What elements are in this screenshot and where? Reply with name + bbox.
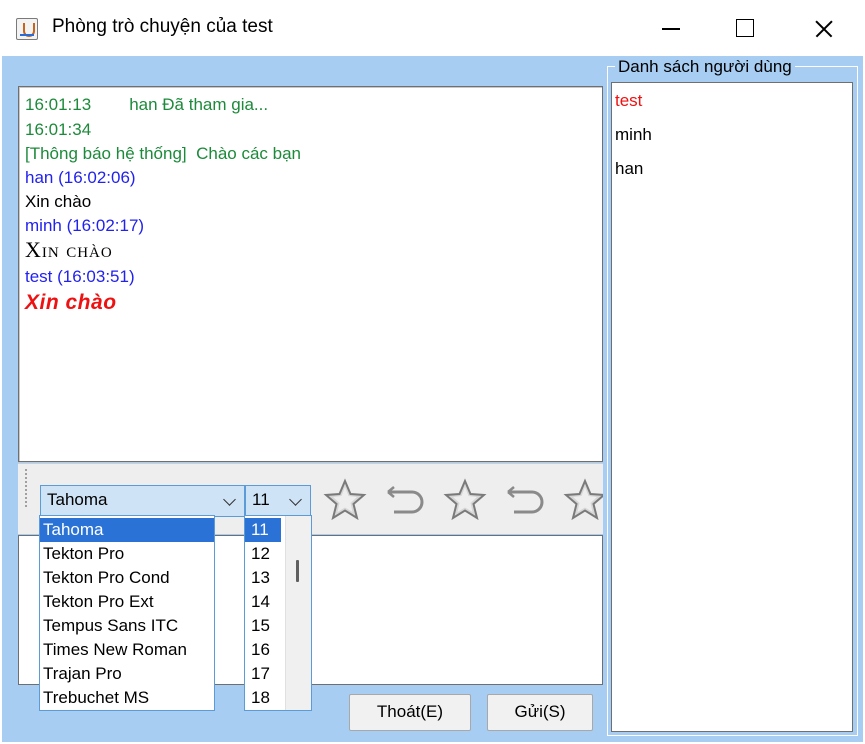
- font-option[interactable]: Trebuchet MS: [40, 686, 214, 710]
- chat-line-system: [Thông báo hệ thống] Chào các bạn: [25, 144, 301, 164]
- chevron-down-icon: [289, 493, 302, 506]
- user-item-han[interactable]: han: [615, 159, 643, 179]
- window-title: Phòng trò chuyện của test: [52, 16, 273, 37]
- font-option[interactable]: Tahoma: [40, 518, 214, 542]
- font-size-dropdown[interactable]: 11 12 13 14 15 16 17 18: [244, 515, 312, 711]
- system-text: Chào các bạn: [196, 144, 301, 163]
- size-option[interactable]: 12: [245, 542, 281, 566]
- size-option[interactable]: 16: [245, 638, 281, 662]
- size-option[interactable]: 15: [245, 614, 281, 638]
- chat-message-test: Xin chào: [25, 291, 117, 314]
- font-size-combo[interactable]: 11: [245, 485, 311, 517]
- chat-line-time: 16:01:34: [25, 120, 91, 140]
- font-option[interactable]: Tekton Pro: [40, 542, 214, 566]
- star-icon[interactable]: [441, 478, 489, 522]
- chat-sender-test: test (16:03:51): [25, 267, 135, 286]
- size-option[interactable]: 13: [245, 566, 281, 590]
- size-combo-value: 11: [252, 490, 270, 509]
- star-icon[interactable]: [561, 478, 603, 522]
- font-option[interactable]: Tekton Pro Cond: [40, 566, 214, 590]
- font-combo-value: Tahoma: [47, 490, 108, 509]
- font-option[interactable]: Trajan Pro: [40, 662, 214, 686]
- undo-icon[interactable]: [500, 478, 548, 522]
- undo-icon[interactable]: [380, 478, 428, 522]
- title-bar: Phòng trò chuyện của test: [0, 0, 865, 56]
- user-list-title: Danh sách người dùng: [615, 57, 795, 77]
- chat-message-han: Xin chào: [25, 192, 92, 211]
- chat-sender-han: han (16:02:06): [25, 168, 136, 187]
- font-family-combo[interactable]: Tahoma: [40, 485, 245, 517]
- chat-message-minh: Xin chào: [25, 237, 113, 262]
- size-option[interactable]: 18: [245, 686, 281, 710]
- toolbar-grip[interactable]: [24, 468, 28, 508]
- chat-history[interactable]: 16:01:13 han Đã tham gia... 16:01:34 [Thô…: [18, 86, 603, 462]
- java-app-icon: [16, 18, 38, 40]
- chat-time: 16:01:13: [25, 95, 92, 114]
- close-button[interactable]: [794, 0, 854, 56]
- exit-button[interactable]: Thoát(E): [349, 694, 471, 731]
- font-option[interactable]: Tekton Pro Ext: [40, 590, 214, 614]
- system-label: [Thông báo hệ thống]: [25, 144, 187, 163]
- user-list[interactable]: test minh han: [611, 82, 853, 732]
- minimize-button[interactable]: [640, 0, 700, 56]
- user-item-test[interactable]: test: [615, 91, 642, 111]
- maximize-button[interactable]: [714, 0, 774, 56]
- size-option[interactable]: 17: [245, 662, 281, 686]
- chat-line-join: 16:01:13 han Đã tham gia...: [25, 95, 268, 115]
- chat-system-text: han Đã tham gia...: [129, 95, 269, 114]
- font-option[interactable]: Tempus Sans ITC: [40, 614, 214, 638]
- chat-time: 16:01:34: [25, 120, 92, 139]
- user-item-minh[interactable]: minh: [615, 125, 652, 145]
- size-list-scrollbar[interactable]: [285, 516, 311, 710]
- font-family-dropdown[interactable]: Tahoma Tekton Pro Tekton Pro Cond Tekton…: [39, 515, 215, 711]
- size-option[interactable]: 14: [245, 590, 281, 614]
- star-icon[interactable]: [321, 478, 369, 522]
- size-option[interactable]: 11: [245, 518, 281, 542]
- scrollbar-thumb[interactable]: [296, 560, 299, 582]
- send-button[interactable]: Gửi(S): [487, 694, 593, 731]
- chevron-down-icon: [223, 493, 236, 506]
- chat-sender-minh: minh (16:02:17): [25, 216, 145, 235]
- font-option[interactable]: Times New Roman: [40, 638, 214, 662]
